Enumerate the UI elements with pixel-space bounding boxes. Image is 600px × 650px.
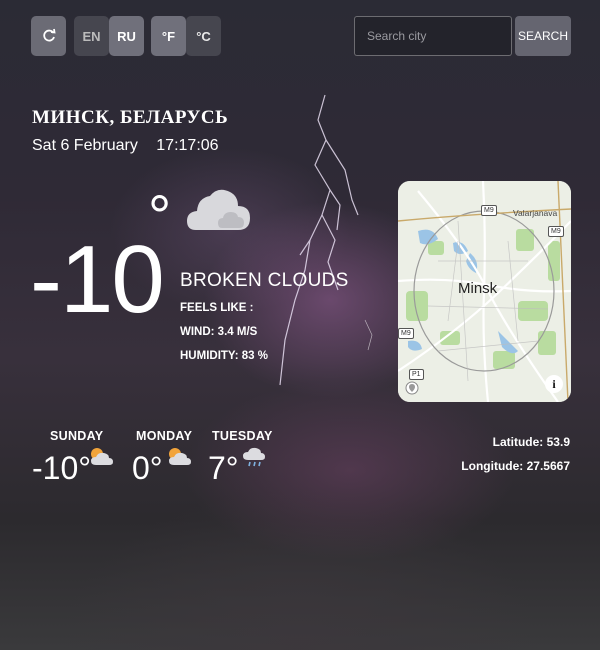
date-text: Sat 6 February	[32, 137, 138, 154]
location-map[interactable]: Minsk Valarjanava M9 M9 M9 P1	[398, 181, 571, 402]
forecast-day-name: TUESDAY	[212, 429, 273, 443]
info-icon[interactable]: i	[545, 375, 563, 393]
wind-text: WIND: 3.4 M/S	[180, 326, 258, 338]
refresh-icon	[42, 28, 56, 42]
feels-like-text: FEELS LIKE :	[180, 302, 254, 314]
road-sign-m9: M9	[398, 328, 414, 339]
sun-behind-cloud-icon	[91, 448, 113, 465]
city-title: МИНСК, БЕЛАРУСЬ	[32, 107, 229, 128]
humidity-text: HUMIDITY: 83 %	[180, 350, 268, 362]
lang-ru-button[interactable]: RU	[109, 16, 144, 56]
forecast-day-temp: 0°	[132, 450, 163, 486]
map-place-label: Valarjanava	[513, 208, 558, 218]
unit-fahrenheit-button[interactable]: °F	[151, 16, 186, 56]
search-button[interactable]: SEARCH	[515, 16, 571, 56]
location-pin-icon[interactable]	[405, 381, 419, 395]
sun-behind-cloud-icon	[169, 448, 191, 465]
refresh-button[interactable]	[31, 16, 66, 56]
forecast-day-name: MONDAY	[136, 429, 193, 443]
longitude-text: Longitude: 27.5667	[461, 459, 570, 473]
map-city-label: Minsk	[458, 280, 498, 297]
forecast-day-temp: -10°	[32, 450, 92, 486]
rain-cloud-icon	[243, 447, 265, 467]
weather-description: BROKEN CLOUDS	[180, 270, 349, 291]
latitude-text: Latitude: 53.9	[492, 435, 570, 449]
time-text: 17:17:06	[156, 137, 219, 154]
date-time: Sat 6 February 17:17:06	[32, 137, 219, 155]
lang-en-button[interactable]: EN	[74, 16, 109, 56]
current-temperature: -10	[30, 226, 165, 333]
search-input[interactable]	[354, 16, 512, 56]
cloud-icon	[187, 189, 250, 230]
road-sign-p1: P1	[409, 369, 424, 380]
road-sign-m9: M9	[548, 226, 564, 237]
road-sign-m9: M9	[481, 205, 497, 216]
forecast-day-temp: 7°	[208, 450, 239, 486]
forecast-day-name: SUNDAY	[50, 429, 104, 443]
unit-celsius-button[interactable]: °C	[186, 16, 221, 56]
degree-symbol: °	[148, 184, 172, 249]
